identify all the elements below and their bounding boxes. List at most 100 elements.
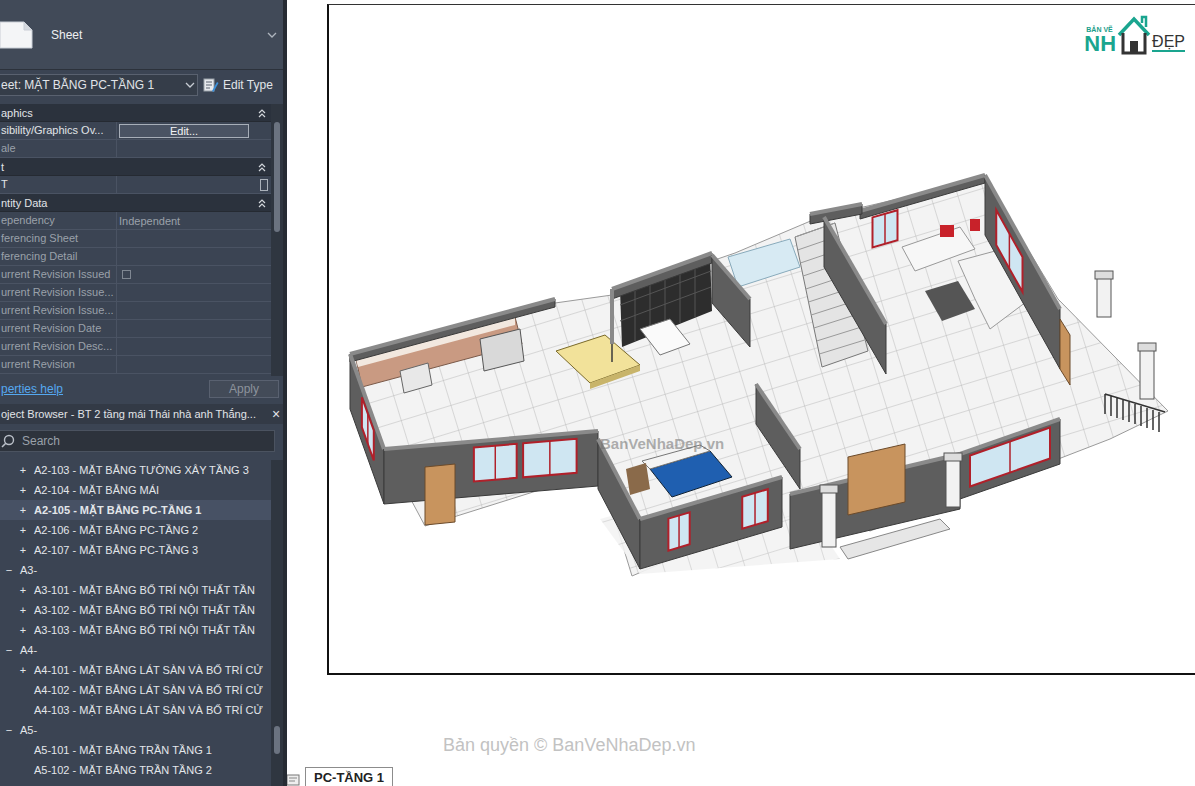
tree-label: A2-103 - MẶT BẰNG TƯỜNG XÂY TẦNG 3 bbox=[34, 464, 249, 476]
house-logo-icon bbox=[1116, 13, 1152, 55]
expand-toggle[interactable]: + bbox=[16, 484, 30, 496]
property-row: urrent Revision Issued bbox=[0, 266, 271, 284]
property-value bbox=[117, 266, 271, 283]
copyright-watermark: Bản quyền © BanVeNhaDep.vn bbox=[443, 735, 1195, 756]
edit-button[interactable]: Edit... bbox=[119, 124, 249, 138]
dropdown-arrow-icon[interactable] bbox=[265, 30, 279, 40]
tree-item[interactable]: +A3-103 - MẶT BẰNG BỐ TRÍ NỘI THẤT TẦN bbox=[0, 620, 271, 640]
collapse-icon[interactable] bbox=[257, 197, 267, 209]
tree-item[interactable]: +A3-101 - MẶT BẰNG BỐ TRÍ NỘI THẤT TẦN bbox=[0, 580, 271, 600]
property-row: urrent Revision Date bbox=[0, 320, 271, 338]
3d-model-view[interactable] bbox=[329, 5, 1195, 673]
expand-toggle[interactable]: + bbox=[16, 584, 30, 596]
drawing-area: BẢN VẼNHĐẸPBanVeNhaDep.vnBản quyền © Ban… bbox=[287, 0, 1195, 786]
section-title: t bbox=[1, 161, 257, 173]
tree-item[interactable]: A5-102 - MẶT BẰNG TRẦN TẦNG 2 bbox=[0, 760, 271, 780]
property-value bbox=[117, 338, 271, 355]
property-value[interactable]: Edit... bbox=[117, 122, 271, 139]
type-name: Sheet bbox=[51, 28, 82, 42]
properties-table: aphicssibility/Graphics Ov...Edit...ale t… bbox=[0, 104, 271, 376]
property-value bbox=[117, 320, 271, 337]
expand-toggle[interactable]: + bbox=[16, 524, 30, 536]
section-header[interactable]: aphics bbox=[0, 104, 271, 122]
tree-label: A3-102 - MẶT BẰNG BỐ TRÍ NỘI THẤT TẦN bbox=[34, 604, 255, 616]
property-value bbox=[117, 140, 271, 157]
tree-item[interactable]: + A2-105 - MẶT BẰNG PC-TẦNG 1 bbox=[0, 500, 271, 520]
logo-small-text: BẢN VẼ bbox=[1086, 26, 1116, 33]
properties-scrollbar[interactable] bbox=[271, 104, 283, 376]
property-value: Independent bbox=[117, 212, 271, 229]
property-label: ale bbox=[0, 140, 117, 157]
dropdown-arrow-icon[interactable] bbox=[183, 80, 197, 90]
tree-label: A2-105 - MẶT BẰNG PC-TẦNG 1 bbox=[34, 504, 201, 516]
sheet-icon bbox=[0, 20, 34, 50]
tree-item[interactable]: + A3-102 - MẶT BẰNG BỐ TRÍ NỘI THẤT TẦN bbox=[0, 600, 271, 620]
close-button[interactable]: × bbox=[269, 406, 283, 422]
expand-toggle[interactable]: + bbox=[16, 504, 30, 516]
property-row: urrent Revision bbox=[0, 356, 271, 374]
property-label: urrent Revision Issue... bbox=[0, 302, 117, 319]
tree-label: A4-101 - MẶT BẰNG LÁT SÀN VÀ BỐ TRÍ CỬ bbox=[34, 664, 263, 676]
edit-type-button[interactable]: Edit Type bbox=[203, 77, 273, 93]
project-browser-title: oject Browser - BT 2 tầng mái Thái nhà a… bbox=[0, 404, 283, 424]
tree-item[interactable]: A4-103 - MẶT BẰNG LÁT SÀN VÀ BỐ TRÍ CỬ bbox=[0, 700, 271, 720]
collapse-toggle[interactable]: − bbox=[2, 724, 16, 736]
properties-grid: aphicssibility/Graphics Ov...Edit...ale t… bbox=[0, 104, 283, 376]
sheet-wrapper: BẢN VẼNHĐẸPBanVeNhaDep.vn bbox=[287, 0, 1195, 675]
sheet-footer: Bản quyền © BanVeNhaDep.vn PC-TẦNG 1 bbox=[287, 675, 1195, 786]
section-header[interactable]: ntity Data bbox=[0, 194, 271, 212]
section-title: ntity Data bbox=[1, 197, 257, 209]
collapse-toggle[interactable]: − bbox=[2, 644, 16, 656]
type-selector[interactable]: Sheet bbox=[0, 0, 283, 70]
tree-group[interactable]: −A3- bbox=[0, 560, 271, 580]
collapse-icon[interactable] bbox=[257, 161, 267, 173]
property-label: urrent Revision Issue... bbox=[0, 284, 117, 301]
tree-item[interactable]: + A2-104 - MẶT BẰNG MÁI bbox=[0, 480, 271, 500]
property-value[interactable] bbox=[117, 176, 271, 193]
tree-item[interactable]: A5-101 - MẶT BẰNG TRẦN TẦNG 1 bbox=[0, 740, 271, 760]
edit-type-icon bbox=[203, 77, 219, 93]
tree-label: A2-104 - MẶT BẰNG MÁI bbox=[34, 484, 159, 496]
tree-label: A3- bbox=[20, 564, 37, 576]
tree-label: A5-102 - MẶT BẰNG TRẦN TẦNG 2 bbox=[34, 764, 212, 776]
site-logo: BẢN VẼNHĐẸP bbox=[1084, 13, 1185, 55]
scroll-thumb[interactable] bbox=[274, 726, 280, 754]
tree-group[interactable]: −A4- bbox=[0, 640, 271, 660]
tree-list: +A2-103 - MẶT BẰNG TƯỜNG XÂY TẦNG 3+A2-1… bbox=[0, 460, 271, 786]
tree-item[interactable]: + A2-103 - MẶT BẰNG TƯỜNG XÂY TẦNG 3 bbox=[0, 460, 271, 480]
property-label: sibility/Graphics Ov... bbox=[0, 122, 117, 139]
section-header[interactable]: t bbox=[0, 158, 271, 176]
property-row: urrent Revision Desc... bbox=[0, 338, 271, 356]
search-row bbox=[0, 430, 275, 452]
tree-item[interactable]: +A2-106 - MẶT BẰNG PC-TẦNG 2 bbox=[0, 520, 271, 540]
collapse-icon[interactable] bbox=[257, 107, 267, 119]
expand-toggle[interactable]: + bbox=[16, 464, 30, 476]
properties-help-link[interactable]: perties help bbox=[0, 382, 63, 396]
expand-toggle[interactable]: + bbox=[16, 544, 30, 556]
tree-item[interactable]: + A4-101 - MẶT BẰNG LÁT SÀN VÀ BỐ TRÍ CỬ bbox=[0, 660, 271, 680]
search-field[interactable] bbox=[18, 434, 274, 448]
property-label: urrent Revision Issued bbox=[0, 266, 117, 283]
tree-item[interactable]: A4-102 - MẶT BẰNG LÁT SÀN VÀ BỐ TRÍ CỬ bbox=[0, 680, 271, 700]
edit-type-label: Edit Type bbox=[223, 78, 273, 92]
value-box[interactable] bbox=[260, 179, 268, 191]
expand-toggle[interactable]: + bbox=[16, 624, 30, 636]
property-label: T bbox=[0, 176, 117, 193]
tree-group[interactable]: −A5- bbox=[0, 720, 271, 740]
tree-scrollbar[interactable] bbox=[271, 460, 283, 786]
tree-label: A2-107 - MẶT BẰNG PC-TẦNG 3 bbox=[34, 544, 198, 556]
instance-selector[interactable]: eet: MẶT BẰNG PC-TẦNG 1 bbox=[0, 74, 198, 96]
logo-accent-text: ĐẸP bbox=[1152, 33, 1185, 52]
tree-item[interactable]: + A2-107 - MẶT BẰNG PC-TẦNG 3 bbox=[0, 540, 271, 560]
view-tab[interactable]: PC-TẦNG 1 bbox=[305, 767, 393, 786]
property-row: sibility/Graphics Ov...Edit... bbox=[0, 122, 271, 140]
project-browser-name: oject Browser - BT 2 tầng mái Thái nhà a… bbox=[0, 408, 269, 420]
property-row: urrent Revision Issue... bbox=[0, 302, 271, 320]
collapse-toggle[interactable]: − bbox=[2, 564, 16, 576]
tree-label: A4-102 - MẶT BẰNG LÁT SÀN VÀ BỐ TRÍ CỬ bbox=[34, 684, 263, 696]
expand-toggle[interactable]: + bbox=[16, 664, 30, 676]
expand-toggle[interactable]: + bbox=[16, 604, 30, 616]
sheet: BẢN VẼNHĐẸPBanVeNhaDep.vn bbox=[327, 4, 1195, 675]
scroll-thumb[interactable] bbox=[274, 122, 280, 232]
property-row: T bbox=[0, 176, 271, 194]
